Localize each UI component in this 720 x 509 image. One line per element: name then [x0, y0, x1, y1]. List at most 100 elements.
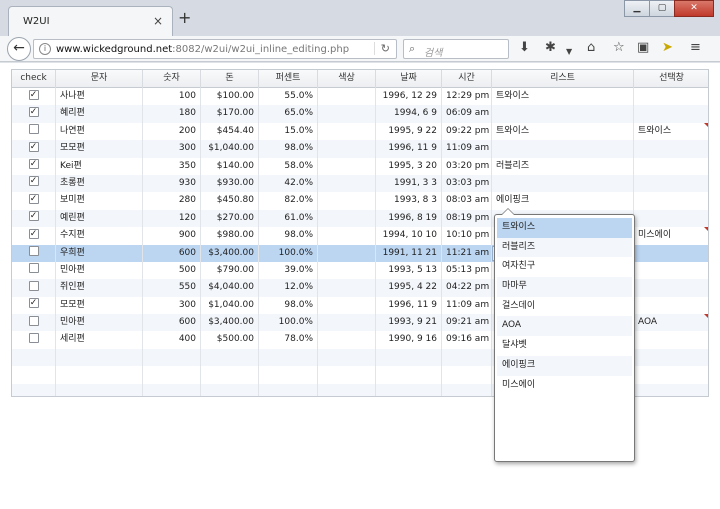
cell-money[interactable]: $980.00 [201, 227, 259, 245]
cell-color[interactable] [318, 105, 376, 123]
close-window-button[interactable]: ✕ [674, 0, 714, 17]
cell-time[interactable]: 04:22 pm [442, 279, 492, 297]
cell-money[interactable]: $1,040.00 [201, 296, 259, 315]
cell-color[interactable] [318, 244, 376, 262]
row-checkbox[interactable]: ✓ [28, 141, 39, 152]
dropdown-option[interactable]: 미스에이 [497, 376, 632, 396]
column-header-date[interactable]: 날짜 [376, 70, 442, 88]
cell-color[interactable] [318, 157, 376, 175]
row-checkbox[interactable]: ✓ [28, 176, 39, 187]
cell-check[interactable] [12, 244, 56, 262]
table-row[interactable]: ✓ 초롱편 930 $930.00 42.0% 1991, 3 3 03:03 pm [12, 174, 708, 193]
cell-list[interactable] [492, 140, 634, 158]
reading-list-icon[interactable]: ▣ [637, 40, 649, 56]
cell-time[interactable]: 08:19 pm [442, 209, 492, 228]
cell-number[interactable]: 200 [143, 122, 201, 141]
cell-percent[interactable]: 15.0% [259, 122, 318, 141]
home-icon[interactable]: ⌂ [587, 40, 595, 56]
column-header-percent[interactable]: 퍼센트 [259, 70, 318, 88]
cell-percent[interactable]: 58.0% [259, 157, 318, 175]
cell-color[interactable] [318, 296, 376, 315]
cell-money[interactable]: $3,400.00 [201, 244, 259, 262]
cell-name[interactable]: 민아편 [56, 314, 143, 332]
cell-select[interactable] [634, 279, 708, 296]
cell-name[interactable]: 수지편 [56, 227, 143, 245]
cell-percent[interactable]: 100.0% [259, 314, 318, 332]
dropdown-option[interactable]: 달샤벳 [497, 336, 632, 356]
column-header-select[interactable]: 선택창 [634, 70, 708, 88]
cell-check[interactable]: ✓ [12, 105, 56, 123]
cell-percent[interactable]: 42.0% [259, 174, 318, 193]
table-row[interactable]: ✓ 모모편 300 $1,040.00 98.0% 1996, 11 9 11:09 am [12, 140, 708, 158]
cell-money[interactable]: $270.00 [201, 209, 259, 228]
cell-select[interactable] [634, 140, 708, 157]
row-checkbox[interactable]: ✓ [28, 89, 39, 100]
cell-percent[interactable]: 78.0% [259, 331, 318, 349]
cell-select[interactable] [634, 331, 708, 348]
cell-select[interactable] [634, 105, 708, 122]
cell-check[interactable] [12, 261, 56, 280]
cell-time[interactable]: 03:20 pm [442, 157, 492, 175]
cell-color[interactable] [318, 174, 376, 193]
row-checkbox[interactable]: ✓ [28, 106, 39, 117]
cell-time[interactable]: 12:29 pm [442, 88, 492, 106]
cell-name[interactable]: Kei편 [56, 157, 143, 175]
cell-list[interactable]: 트와이스 [492, 122, 634, 141]
cell-check[interactable] [12, 314, 56, 332]
cell-name[interactable]: 모모편 [56, 140, 143, 158]
search-box[interactable]: ⌕ 검색 [403, 39, 509, 59]
cell-name[interactable]: 초롱편 [56, 174, 143, 193]
cell-date[interactable]: 1996, 8 19 [376, 209, 442, 228]
cell-money[interactable]: $1,040.00 [201, 140, 259, 158]
cell-color[interactable] [318, 122, 376, 141]
cell-color[interactable] [318, 192, 376, 210]
bookmark-star-icon[interactable]: ☆ [613, 40, 625, 56]
cell-name[interactable]: 혜리편 [56, 105, 143, 123]
column-header-time[interactable]: 시간 [442, 70, 492, 88]
cell-date[interactable]: 1994, 6 9 [376, 105, 442, 123]
cell-date[interactable]: 1996, 12 29 [376, 88, 442, 106]
cell-money[interactable]: $3,400.00 [201, 314, 259, 332]
cell-date[interactable]: 1995, 9 22 [376, 122, 442, 141]
cell-date[interactable]: 1991, 11 21 [376, 244, 442, 262]
cell-money[interactable]: $450.80 [201, 192, 259, 210]
dropdown-option[interactable]: 걸스데이 [497, 297, 632, 317]
cell-check[interactable] [12, 279, 56, 297]
browser-tab[interactable]: W2UI × [8, 6, 173, 36]
download-icon[interactable]: ⬇ [519, 40, 530, 56]
column-header-color[interactable]: 색상 [318, 70, 376, 88]
cell-number[interactable]: 600 [143, 244, 201, 262]
cell-name[interactable]: 보미편 [56, 192, 143, 210]
cell-color[interactable] [318, 88, 376, 106]
cell-list[interactable]: 러블리즈 [492, 157, 634, 175]
back-button[interactable]: ← [7, 37, 31, 61]
cell-color[interactable] [318, 331, 376, 349]
dropdown-option[interactable]: 에이핑크 [497, 355, 632, 376]
cell-money[interactable]: $170.00 [201, 105, 259, 123]
cell-number[interactable]: 120 [143, 209, 201, 228]
cell-select[interactable]: 미스에이 [634, 227, 708, 244]
cell-select[interactable]: 트와이스 [634, 122, 708, 140]
tab-close-icon[interactable]: × [153, 14, 163, 28]
cell-color[interactable] [318, 209, 376, 228]
cell-date[interactable]: 1991, 3 3 [376, 174, 442, 193]
cell-select[interactable] [634, 192, 708, 209]
cell-number[interactable]: 350 [143, 157, 201, 175]
table-row[interactable]: 나연편 200 $454.40 15.0% 1995, 9 22 09:22 pm 트와이스… [12, 122, 708, 141]
cell-select[interactable] [634, 175, 708, 192]
cell-select[interactable] [634, 88, 708, 105]
cell-select[interactable] [634, 210, 708, 227]
cell-check[interactable]: ✓ [12, 140, 56, 158]
cell-percent[interactable]: 39.0% [259, 261, 318, 280]
cell-list[interactable] [492, 105, 634, 123]
column-header-check[interactable]: check [12, 70, 56, 88]
chevron-down-icon[interactable]: ▼ [566, 44, 572, 60]
cell-number[interactable]: 100 [143, 88, 201, 106]
cell-date[interactable]: 1996, 11 9 [376, 140, 442, 158]
cell-time[interactable]: 08:03 am [442, 192, 492, 210]
cell-percent[interactable]: 65.0% [259, 105, 318, 123]
cell-number[interactable]: 930 [143, 174, 201, 193]
row-checkbox[interactable] [28, 263, 39, 274]
cell-money[interactable]: $790.00 [201, 261, 259, 280]
table-row[interactable]: ✓ 사나편 100 $100.00 55.0% 1996, 12 29 12:29 pm 트와… [12, 88, 708, 106]
